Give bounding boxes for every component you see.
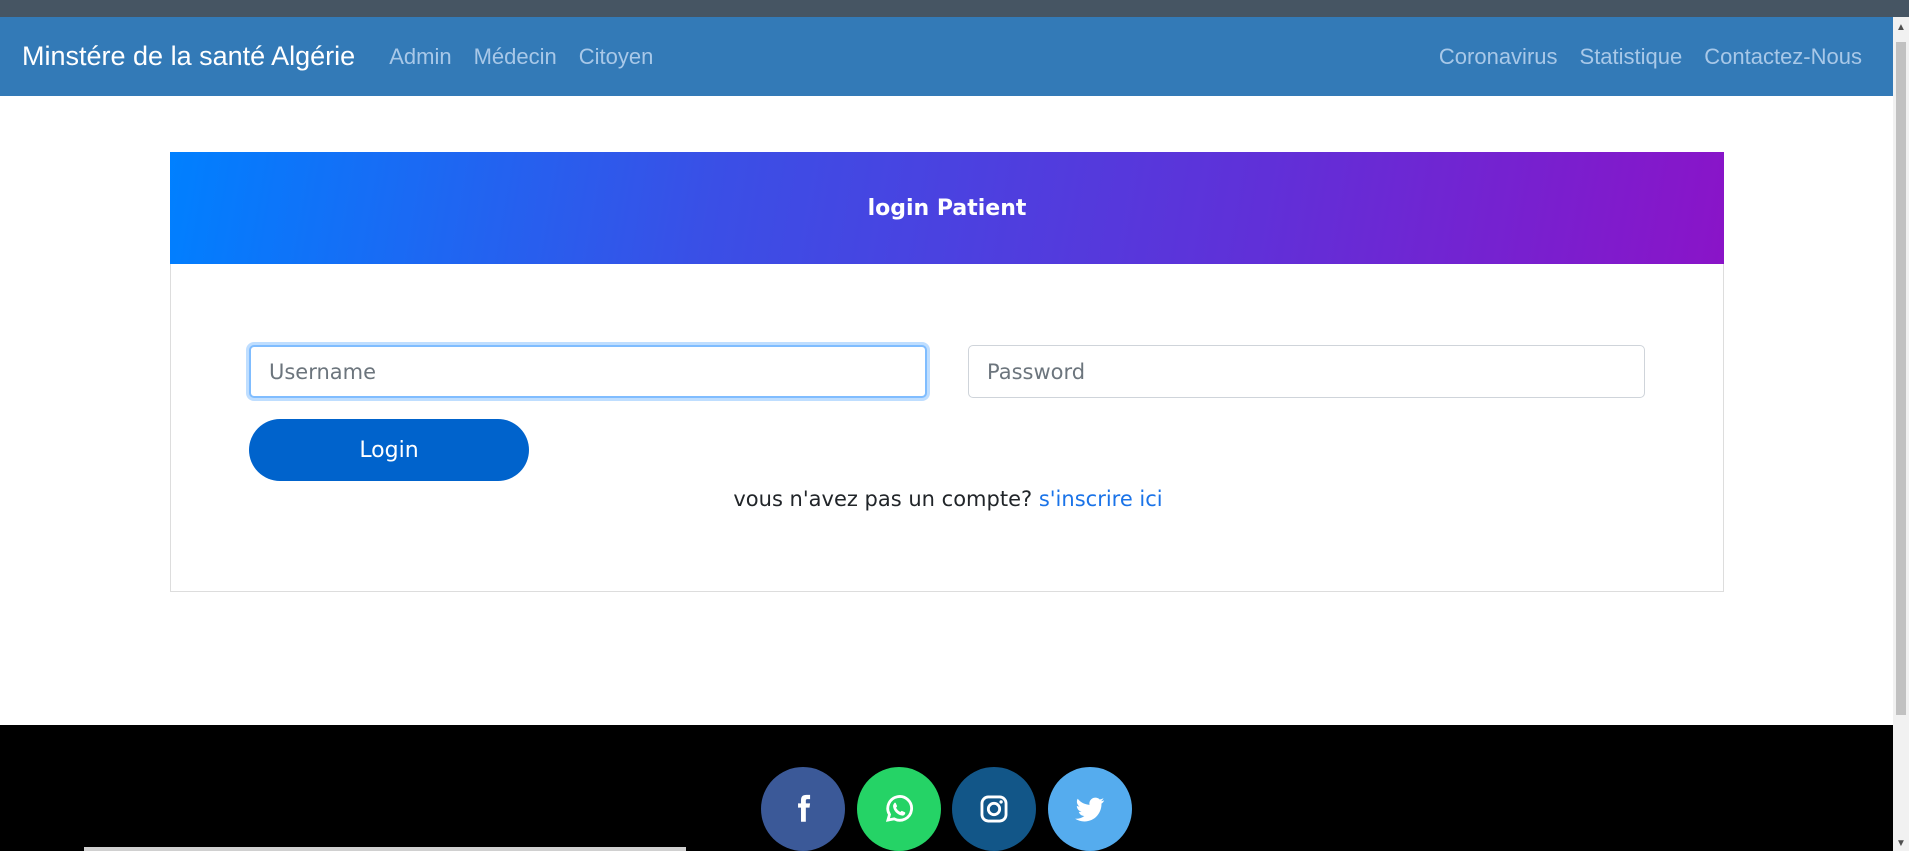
nav-link-medecin[interactable]: Médecin [474, 44, 557, 70]
nav-link-statistique[interactable]: Statistique [1580, 44, 1683, 70]
facebook-icon[interactable] [761, 767, 845, 851]
nav-left-links: Admin Médecin Citoyen [389, 44, 675, 70]
navbar: Minstére de la santé Algérie Admin Médec… [0, 17, 1893, 96]
brand-title[interactable]: Minstére de la santé Algérie [22, 41, 355, 72]
nav-link-contact[interactable]: Contactez-Nous [1704, 44, 1862, 70]
signup-link[interactable]: s'inscrire ici [1039, 487, 1163, 511]
signup-line: vous n'avez pas un compte? s'inscrire ic… [171, 487, 1725, 511]
username-input[interactable] [249, 345, 927, 398]
signup-prompt: vous n'avez pas un compte? [733, 487, 1033, 511]
footer [0, 725, 1893, 851]
login-card: login Patient Login vous n'avez pas un c… [170, 152, 1724, 592]
twitter-icon[interactable] [1048, 767, 1132, 851]
horizontal-scrollbar-thumb[interactable] [84, 847, 686, 851]
scrollbar-thumb[interactable] [1896, 42, 1906, 715]
password-input[interactable] [968, 345, 1645, 398]
login-card-header: login Patient [170, 152, 1724, 264]
nav-right-links: Coronavirus Statistique Contactez-Nous [1439, 44, 1862, 70]
scroll-up-arrow-icon[interactable]: ▲ [1896, 23, 1906, 33]
browser-top-strip [0, 0, 1909, 17]
instagram-icon[interactable] [952, 767, 1036, 851]
nav-link-citoyen[interactable]: Citoyen [579, 44, 654, 70]
vertical-scrollbar[interactable]: ▲ ▼ [1893, 17, 1909, 851]
whatsapp-icon[interactable] [857, 767, 941, 851]
scroll-down-arrow-icon[interactable]: ▼ [1896, 839, 1906, 849]
login-title: login Patient [867, 195, 1027, 221]
nav-link-coronavirus[interactable]: Coronavirus [1439, 44, 1558, 70]
login-button[interactable]: Login [249, 419, 529, 481]
nav-link-admin[interactable]: Admin [389, 44, 451, 70]
